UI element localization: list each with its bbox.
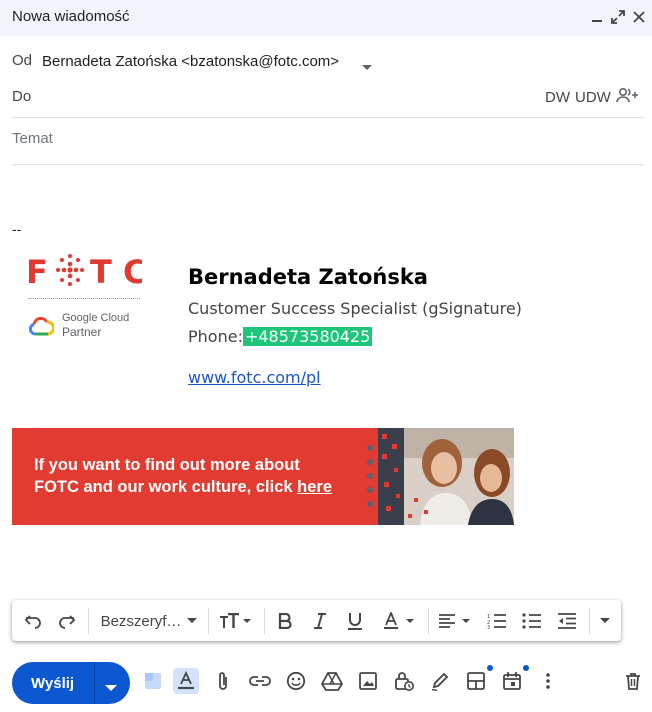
attach-icon[interactable] [210,668,236,694]
cc-button[interactable]: DW [545,89,570,106]
compose-bottom-toolbar: Wyślij [0,660,652,706]
banner-photo-image [364,428,514,525]
formatting-options-icon[interactable] [140,668,166,694]
send-button[interactable]: Wyślij [12,662,130,704]
more-options-icon[interactable] [535,668,561,694]
signature-name: Bernadeta Zatońska [188,265,428,289]
google-cloud-label: Google Cloud [62,312,130,324]
bcc-button[interactable]: UDW [575,89,611,106]
signature-banner[interactable]: If you want to find out more about FOTC … [12,428,514,525]
subject-row [12,120,644,165]
underline-icon[interactable] [342,608,368,634]
schedule-icon[interactable] [499,665,529,694]
text-color-icon[interactable] [380,608,420,634]
compose-titlebar: Nowa wiadomość [0,0,652,36]
fotc-logo-mark: F T C [26,253,146,291]
fotc-logo: F T C Google Cloud Partner [26,250,146,345]
logo-divider [28,298,140,299]
from-dropdown-icon[interactable] [362,58,372,75]
logo-letters-tc: T C [90,253,142,291]
signature-separator: -- [12,221,22,237]
toolbar-divider [88,608,89,634]
signature-icon[interactable] [427,668,453,694]
send-options-icon[interactable] [105,679,117,697]
font-family-value: Bezszeryf… [100,612,182,630]
toolbar-divider [208,608,209,634]
add-contacts-icon[interactable] [615,86,639,110]
text-size-icon[interactable] [216,608,256,634]
send-label: Wyślij [31,675,75,692]
toolbar-divider [428,608,429,634]
layouts-icon[interactable] [463,665,493,694]
chevron-down-icon [187,618,198,623]
minimize-icon[interactable] [586,6,608,28]
align-icon[interactable] [436,608,476,634]
confidential-icon[interactable] [391,668,417,694]
close-icon[interactable] [628,6,650,28]
signature-phone: Phone: +48573580425 [188,327,373,346]
from-row: Od Bernadeta Zatońska <bzatonska@fotc.co… [12,50,644,76]
from-address[interactable]: Bernadeta Zatońska <bzatonska@fotc.com> [42,53,339,70]
svg-text:3: 3 [487,625,490,629]
banner-here-link[interactable]: here [297,478,332,496]
from-label: Od [12,52,33,69]
toolbar-divider [264,608,265,634]
google-cloud-icon [28,316,55,341]
banner-line-2-text: FOTC and our work culture, click [34,478,298,496]
bold-icon[interactable] [272,608,298,634]
phone-number[interactable]: +48573580425 [242,327,373,346]
text-format-icon[interactable] [173,668,199,694]
expand-icon[interactable] [607,6,629,28]
photo-icon[interactable] [355,668,381,694]
subject-input[interactable] [12,130,612,147]
banner-line-1: If you want to find out more about [34,456,300,474]
undo-icon[interactable] [20,608,46,634]
compose-title: Nowa wiadomość [12,8,130,25]
toolbar-divider [589,608,590,634]
more-formatting-icon[interactable] [594,608,616,634]
logo-dot-ring [56,254,84,286]
to-row[interactable]: Do DW UDW [12,86,644,118]
partner-label: Partner [62,325,102,339]
phone-label: Phone: [188,327,243,346]
new-feature-dot [487,665,493,671]
discard-icon[interactable] [620,668,646,694]
signature-role: Customer Success Specialist (gSignature) [188,299,522,318]
new-feature-dot [523,665,529,671]
drive-icon[interactable] [319,668,345,694]
indent-less-icon[interactable] [554,608,580,634]
bulleted-list-icon[interactable] [519,608,545,634]
to-label: Do [12,88,32,105]
font-family-select[interactable]: Bezszeryf… [98,608,200,634]
banner-line-2: FOTC and our work culture, click here [34,478,332,497]
formatting-toolbar: Bezszeryf… 123 [12,600,621,641]
emoji-icon[interactable] [283,668,309,694]
link-icon[interactable] [247,668,273,694]
signature-website-link[interactable]: www.fotc.com/pl [188,368,321,387]
send-divider [94,662,95,704]
redo-icon[interactable] [54,608,80,634]
logo-letter-f: F [26,253,48,291]
italic-icon[interactable] [307,608,333,634]
numbered-list-icon[interactable]: 123 [484,608,510,634]
